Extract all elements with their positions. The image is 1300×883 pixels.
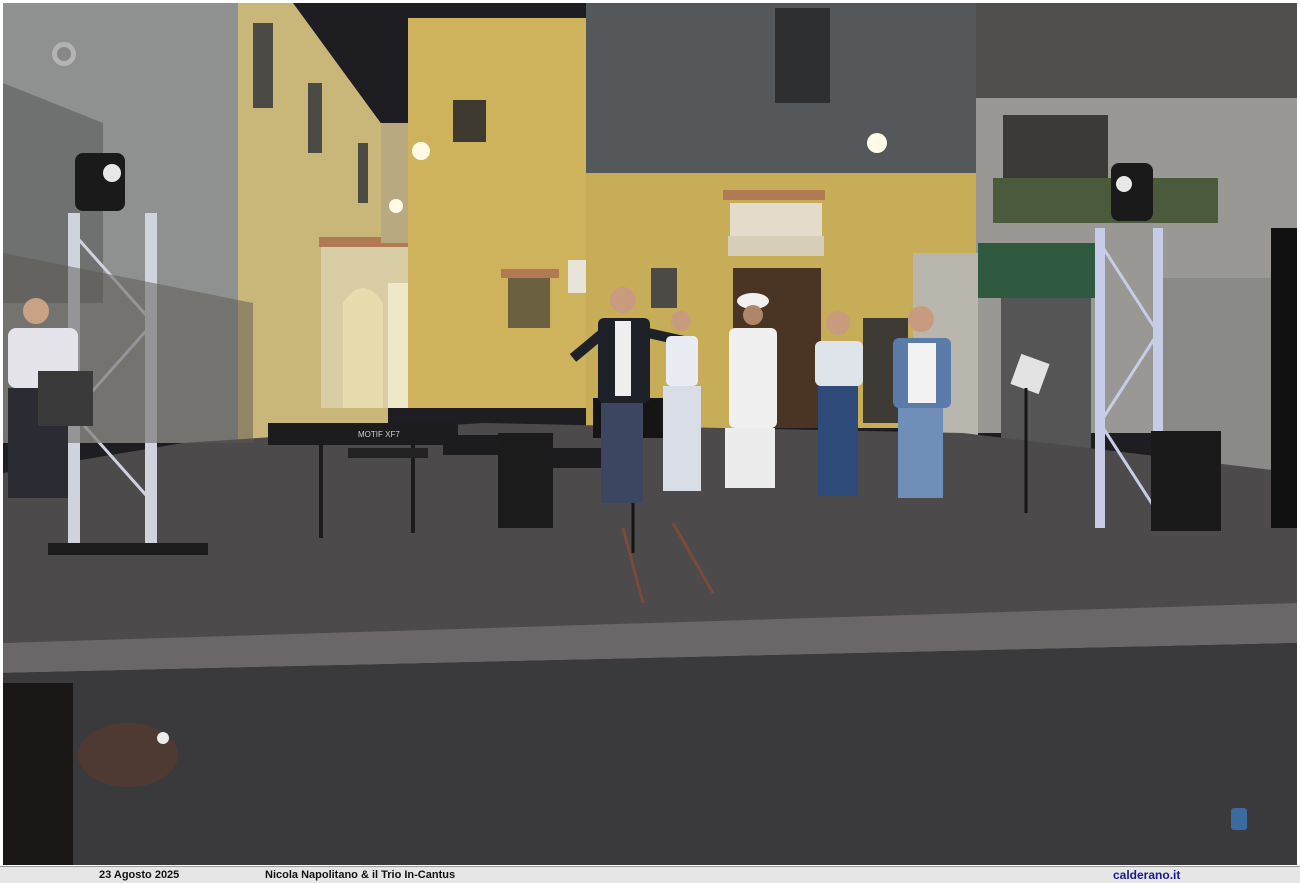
street-lamp (412, 142, 430, 160)
green-awning (978, 243, 1098, 298)
site-link[interactable]: calderano.it (1113, 868, 1180, 883)
mixer-case (38, 371, 93, 426)
photo-date: 23 Agosto 2025 (99, 869, 180, 881)
central-yellow-building (408, 18, 588, 408)
speaker-stand (498, 433, 553, 528)
caption-bar: 23 Agosto 2025 Nicola Napolitano & il Tr… (0, 866, 1300, 883)
crest-logo-bottom (1231, 808, 1247, 830)
road (3, 643, 1297, 865)
street-lamp (389, 199, 403, 213)
photo-frame: MOTIF XF7 23 Agosto 2025 Nicola Napolita… (0, 0, 1300, 883)
crest-logo-top (52, 42, 76, 66)
keyboard-brand-label: MOTIF XF7 (358, 430, 400, 439)
right-speaker (1151, 431, 1221, 531)
performer-singer-1 (663, 311, 701, 491)
event-title: Nicola Napolitano & il Trio In-Cantus (265, 869, 456, 881)
concert-photo: MOTIF XF7 (3, 3, 1297, 865)
scene-illustration: MOTIF XF7 (3, 3, 1297, 865)
street-lamp (867, 133, 887, 153)
